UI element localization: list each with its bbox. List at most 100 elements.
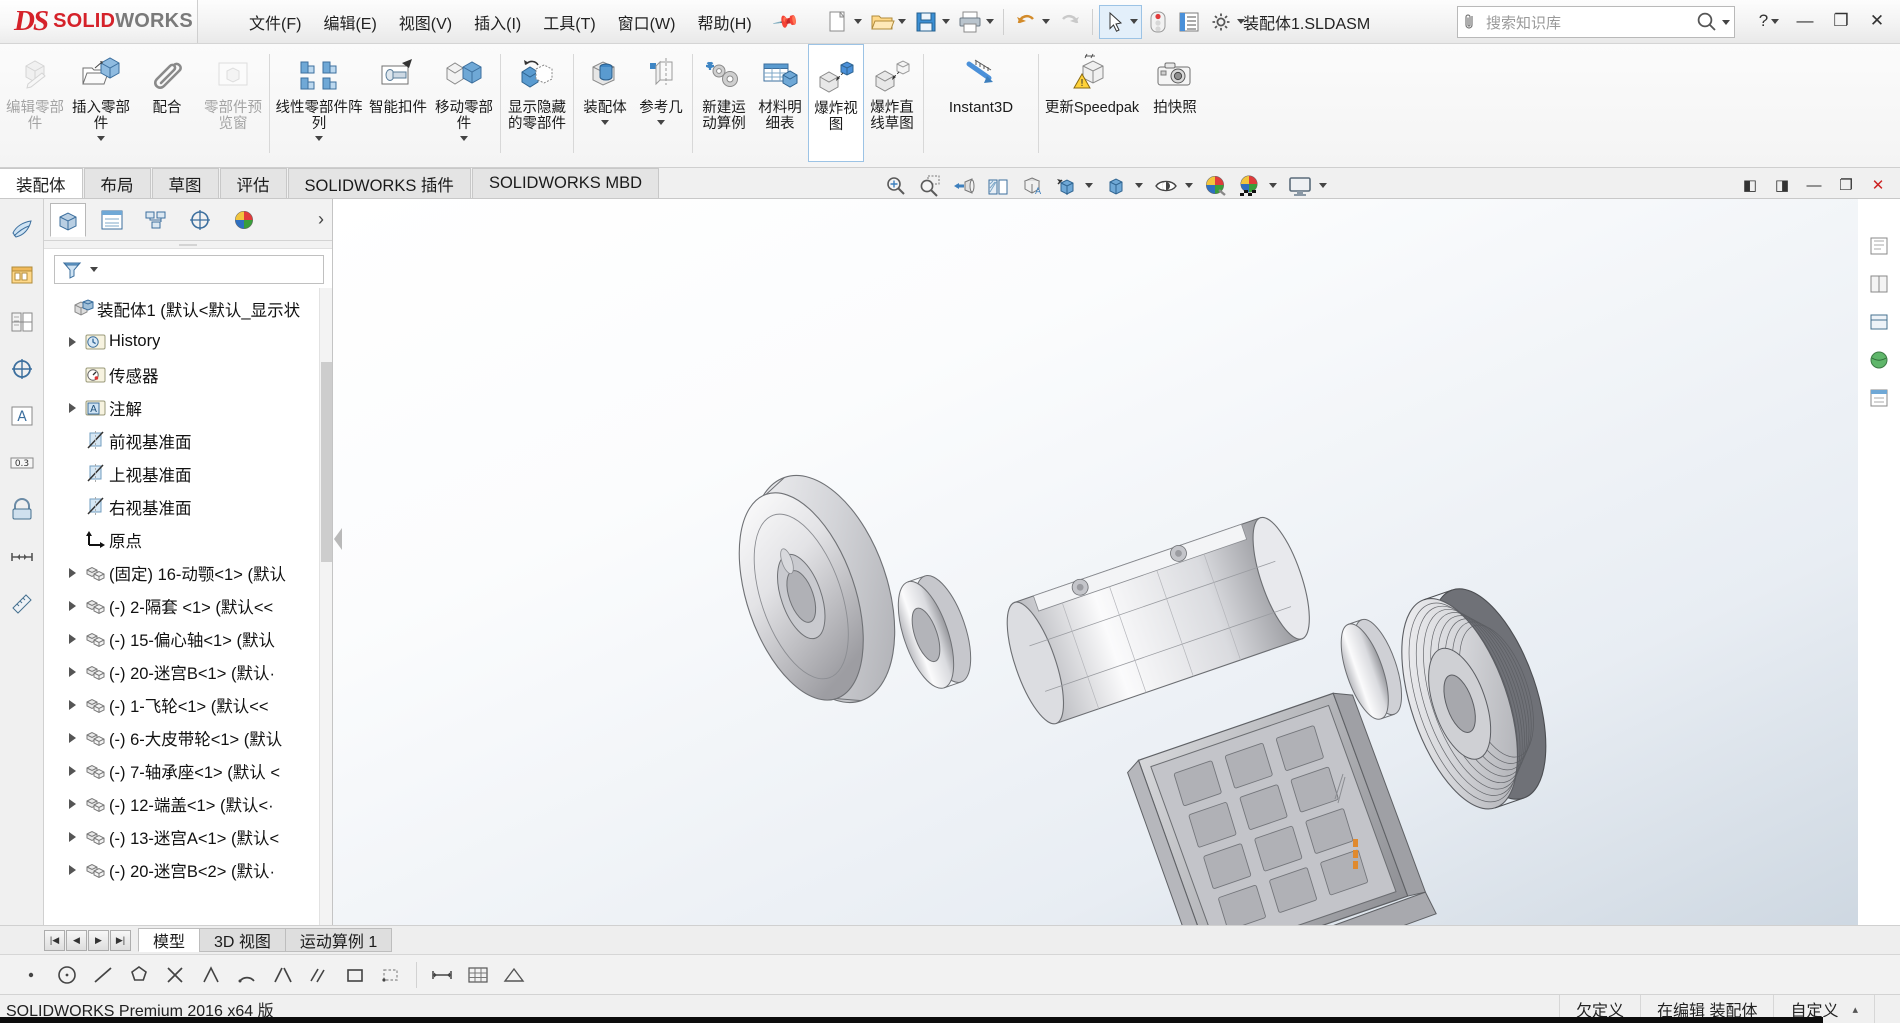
section-properties-icon[interactable]	[1864, 384, 1894, 412]
trim-entities-icon[interactable]	[158, 959, 192, 991]
zoom-to-fit-icon[interactable]	[880, 172, 912, 199]
tree-node-assembly-root[interactable]: 装配体1 (默认<默认_显示状	[48, 292, 332, 325]
expand-toggle[interactable]	[62, 832, 82, 842]
property-manager-tab[interactable]	[94, 203, 130, 237]
menu-window[interactable]: 窗口(W)	[607, 4, 687, 40]
expand-toggle[interactable]	[62, 337, 82, 347]
undo-button[interactable]	[1010, 5, 1053, 39]
view-orientation-icon[interactable]: A	[1016, 172, 1048, 199]
apply-scene-icon[interactable]	[1234, 172, 1266, 199]
mirror-entities-icon[interactable]	[266, 959, 300, 991]
insert-components-button[interactable]: 插入零部件	[68, 44, 134, 162]
restore-button[interactable]: ❐	[1824, 4, 1858, 38]
take-snapshot-button[interactable]: 拍快照	[1142, 44, 1208, 162]
doc-minimize-button[interactable]: —	[1800, 172, 1828, 198]
section-view-icon[interactable]	[982, 172, 1014, 199]
rebuild-button[interactable]	[1143, 5, 1173, 39]
chevron-down-icon[interactable]	[1085, 183, 1093, 188]
open-document-button[interactable]	[866, 5, 909, 39]
reference-geometry-button[interactable]: 参考几	[633, 44, 689, 162]
chevron-down-icon[interactable]	[986, 19, 994, 24]
edit-appearance-icon[interactable]	[1200, 172, 1232, 199]
redo-button[interactable]	[1054, 5, 1086, 39]
tree-node-component-16[interactable]: (固定) 16-动颚<1> (默认	[48, 556, 332, 589]
minimize-button[interactable]: —	[1788, 4, 1822, 38]
nav-prev-button[interactable]: ◀	[66, 930, 87, 951]
expand-toggle[interactable]	[62, 865, 82, 875]
tree-node-component-20a[interactable]: (-) 20-迷宫B<1> (默认·	[48, 655, 332, 688]
linear-component-pattern-button[interactable]: 线性零部件阵列	[273, 44, 365, 162]
restore-left-pane-button[interactable]: ◧	[1736, 172, 1764, 198]
nav-first-button[interactable]: |◀	[44, 930, 65, 951]
chevron-down-icon[interactable]	[90, 267, 98, 272]
rail-icon-measure[interactable]	[7, 589, 37, 619]
eye-icon[interactable]	[1150, 172, 1182, 199]
rail-icon-file-explorer[interactable]	[7, 307, 37, 337]
bill-of-materials-button[interactable]: 材料明细表	[752, 44, 808, 162]
tab-solidworks-addins[interactable]: SOLIDWORKS 插件	[288, 168, 471, 198]
nav-next-button[interactable]: ▶	[88, 930, 109, 951]
expand-toggle[interactable]	[62, 766, 82, 776]
tree-node-origin[interactable]: 原点	[48, 523, 332, 556]
display-panel-icon[interactable]	[1864, 308, 1894, 336]
tab-assembly[interactable]: 装配体	[0, 168, 83, 198]
chevron-down-icon[interactable]	[854, 19, 862, 24]
search-input[interactable]: 搜索知识库	[1486, 12, 1561, 33]
save-button[interactable]	[910, 5, 953, 39]
status-overflow-icon[interactable]: ▴	[1852, 1003, 1858, 1016]
chevron-down-icon[interactable]	[657, 120, 665, 125]
feature-manager-more-tabs[interactable]: ›	[318, 209, 324, 230]
options-button[interactable]	[1205, 5, 1248, 39]
rail-icon-design-library[interactable]	[7, 260, 37, 290]
expand-toggle[interactable]	[62, 799, 82, 809]
tree-node-component-15[interactable]: (-) 15-偏心轴<1> (默认	[48, 622, 332, 655]
expand-toggle[interactable]	[62, 667, 82, 677]
chevron-down-icon[interactable]	[315, 136, 323, 141]
menu-view[interactable]: 视图(V)	[388, 4, 463, 40]
zoom-to-area-icon[interactable]	[914, 172, 946, 199]
tab-sketch[interactable]: 草图	[152, 168, 219, 198]
polygon-icon[interactable]	[122, 959, 156, 991]
feature-manager-pin-row[interactable]	[44, 241, 332, 249]
update-speedpak-button[interactable]: ! 更新Speedpak	[1042, 44, 1142, 162]
tree-node-sensors[interactable]: 传感器	[48, 358, 332, 391]
smart-fasteners-button[interactable]: 智能扣件	[365, 44, 431, 162]
view-settings-icon[interactable]	[1284, 172, 1316, 199]
component-preview-window-button[interactable]: 零部件预览窗	[200, 44, 266, 162]
rectangle-icon[interactable]	[338, 959, 372, 991]
select-arrow-button[interactable]	[1099, 5, 1142, 39]
scrollbar-thumb[interactable]	[321, 362, 332, 562]
dimxpert-manager-tab[interactable]	[182, 203, 218, 237]
sketch-pattern-icon[interactable]	[374, 959, 408, 991]
configuration-manager-tab[interactable]	[138, 203, 174, 237]
expand-toggle[interactable]	[62, 568, 82, 578]
display-manager-tab[interactable]	[226, 203, 262, 237]
display-style-icon[interactable]	[1050, 172, 1082, 199]
tab-solidworks-mbd[interactable]: SOLIDWORKS MBD	[472, 168, 659, 198]
help-button[interactable]: ?	[1752, 4, 1786, 38]
expand-toggle[interactable]	[62, 733, 82, 743]
chevron-down-icon[interactable]	[1722, 20, 1730, 25]
tree-node-annotations[interactable]: A 注解	[48, 391, 332, 424]
appearance-sphere-icon[interactable]	[1864, 346, 1894, 374]
bottom-tab-model[interactable]: 模型	[138, 928, 200, 952]
move-component-button[interactable]: 移动零部件	[431, 44, 497, 162]
chevron-down-icon[interactable]	[1042, 19, 1050, 24]
expand-toggle[interactable]	[62, 634, 82, 644]
nav-last-button[interactable]: ▶|	[110, 930, 131, 951]
sketch-note-icon[interactable]	[1864, 232, 1894, 260]
tree-node-component-20b[interactable]: (-) 20-迷宫B<2> (默认·	[48, 853, 332, 886]
collapse-panel-handle[interactable]	[334, 528, 342, 550]
display-grid-icon[interactable]	[461, 959, 495, 991]
point-icon[interactable]	[14, 959, 48, 991]
tree-node-front-plane[interactable]: 前视基准面	[48, 424, 332, 457]
tree-node-right-plane[interactable]: 右视基准面	[48, 490, 332, 523]
rail-icon-custom-properties[interactable]	[7, 495, 37, 525]
edit-component-button[interactable]: 编辑零部件	[2, 44, 68, 162]
convert-entities-icon[interactable]	[194, 959, 228, 991]
menu-tools[interactable]: 工具(T)	[532, 4, 606, 40]
previous-view-icon[interactable]	[948, 172, 980, 199]
chevron-down-icon[interactable]	[1319, 183, 1327, 188]
tree-node-component-7[interactable]: (-) 7-轴承座<1> (默认 <	[48, 754, 332, 787]
menu-insert[interactable]: 插入(I)	[463, 4, 532, 40]
